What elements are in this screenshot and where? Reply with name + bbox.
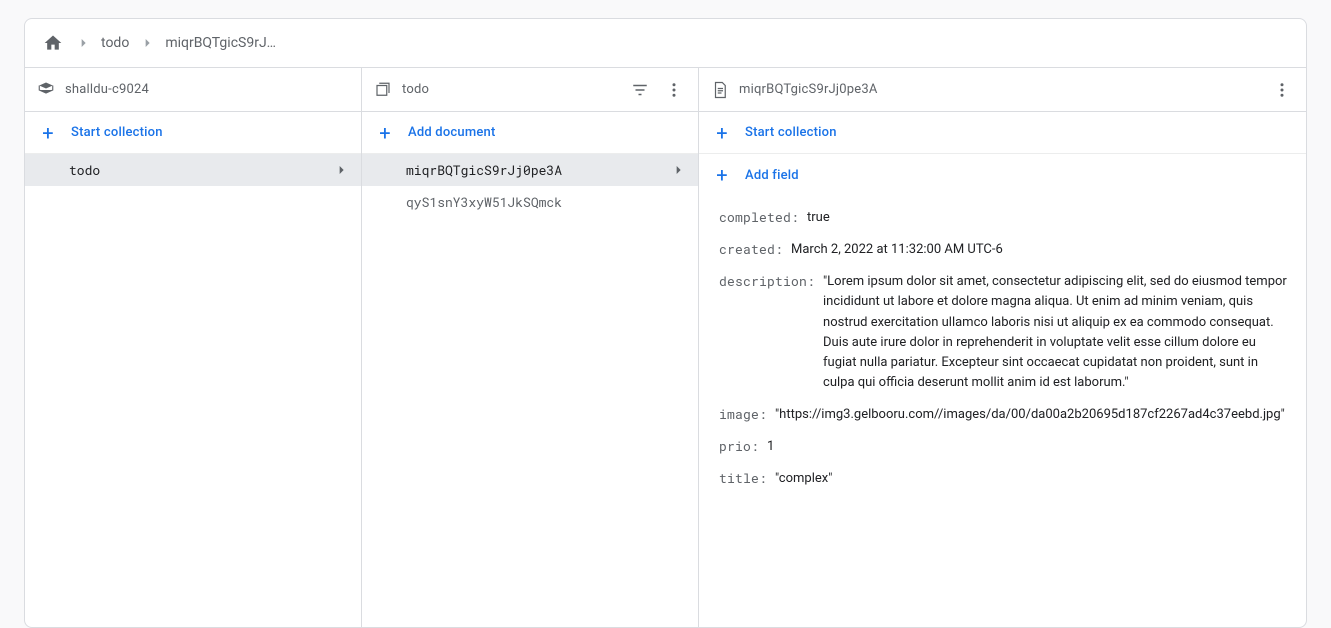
collections-list: todo	[25, 154, 361, 627]
start-collection-button[interactable]: + Start collection	[699, 112, 1306, 154]
collection-icon	[374, 81, 392, 99]
action-label: Add document	[408, 125, 495, 140]
field-row[interactable]: created: March 2, 2022 at 11:32:00 AM UTC…	[699, 234, 1306, 266]
breadcrumb: todo miqrBQTgicS9rJ…	[25, 19, 1306, 67]
field-value: true	[807, 208, 830, 228]
action-label: Start collection	[745, 125, 837, 140]
plus-icon: +	[713, 165, 731, 185]
plus-icon: +	[376, 123, 394, 143]
document-row-label: miqrBQTgicS9rJj0pe3A	[406, 161, 670, 179]
field-value: "https://img3.gelbooru.com//images/da/00…	[775, 405, 1285, 425]
field-row[interactable]: description: "Lorem ipsum dolor sit amet,…	[699, 266, 1306, 399]
add-field-button[interactable]: + Add field	[699, 154, 1306, 196]
field-value: 1	[767, 437, 774, 457]
field-key: completed:	[719, 208, 799, 226]
column-header: miqrBQTgicS9rJj0pe3A	[699, 68, 1306, 112]
chevron-right-icon	[670, 162, 686, 178]
collection-row[interactable]: todo	[25, 154, 361, 186]
chevron-right-icon	[75, 35, 91, 51]
field-row[interactable]: prio: 1	[699, 431, 1306, 463]
field-key: image:	[719, 405, 767, 423]
firestore-panel: todo miqrBQTgicS9rJ… shalldu-c9024 + Sta…	[24, 18, 1307, 628]
field-value: March 2, 2022 at 11:32:00 AM UTC-6	[791, 240, 1003, 260]
document-column: miqrBQTgicS9rJj0pe3A + Start collection …	[699, 68, 1306, 627]
start-collection-button[interactable]: + Start collection	[25, 112, 361, 154]
field-row[interactable]: title: "complex"	[699, 463, 1306, 495]
plus-icon: +	[713, 123, 731, 143]
filter-icon[interactable]	[628, 78, 652, 102]
document-row-label: qyS1snY3xyW51JkSQmck	[406, 193, 686, 211]
column-header: shalldu-c9024	[25, 68, 361, 112]
collection-row-label: todo	[69, 161, 333, 179]
home-icon[interactable]	[41, 31, 65, 55]
documents-list: miqrBQTgicS9rJj0pe3A qyS1snY3xyW51JkSQmck	[362, 154, 698, 627]
field-value: "complex"	[775, 469, 832, 489]
column-header: todo	[362, 68, 698, 112]
chevron-right-icon	[333, 162, 349, 178]
more-vert-icon[interactable]	[1270, 78, 1294, 102]
breadcrumb-collection[interactable]: todo	[101, 35, 129, 51]
field-key: title:	[719, 469, 767, 487]
column-title: shalldu-c9024	[65, 82, 349, 97]
fields-list: completed: true created: March 2, 2022 at 1…	[699, 196, 1306, 627]
more-vert-icon[interactable]	[662, 78, 686, 102]
action-label: Start collection	[71, 125, 163, 140]
field-value: "Lorem ipsum dolor sit amet, consectetur…	[823, 272, 1290, 393]
add-document-button[interactable]: + Add document	[362, 112, 698, 154]
document-row[interactable]: miqrBQTgicS9rJj0pe3A	[362, 154, 698, 186]
document-icon	[711, 81, 729, 99]
document-row[interactable]: qyS1snY3xyW51JkSQmck	[362, 186, 698, 218]
field-key: created:	[719, 240, 783, 258]
field-key: description:	[719, 272, 815, 290]
field-key: prio:	[719, 437, 759, 455]
chevron-right-icon	[139, 35, 155, 51]
root-column: shalldu-c9024 + Start collection todo	[25, 68, 362, 627]
field-row[interactable]: completed: true	[699, 202, 1306, 234]
column-title: miqrBQTgicS9rJj0pe3A	[739, 82, 1260, 97]
action-label: Add field	[745, 168, 799, 183]
plus-icon: +	[39, 123, 57, 143]
database-icon	[37, 81, 55, 99]
column-title: todo	[402, 82, 618, 97]
field-row[interactable]: image: "https://img3.gelbooru.com//images…	[699, 399, 1306, 431]
breadcrumb-document[interactable]: miqrBQTgicS9rJ…	[165, 35, 276, 51]
collection-column: todo + Add document miqrBQTgicS9rJj0pe3A…	[362, 68, 699, 627]
